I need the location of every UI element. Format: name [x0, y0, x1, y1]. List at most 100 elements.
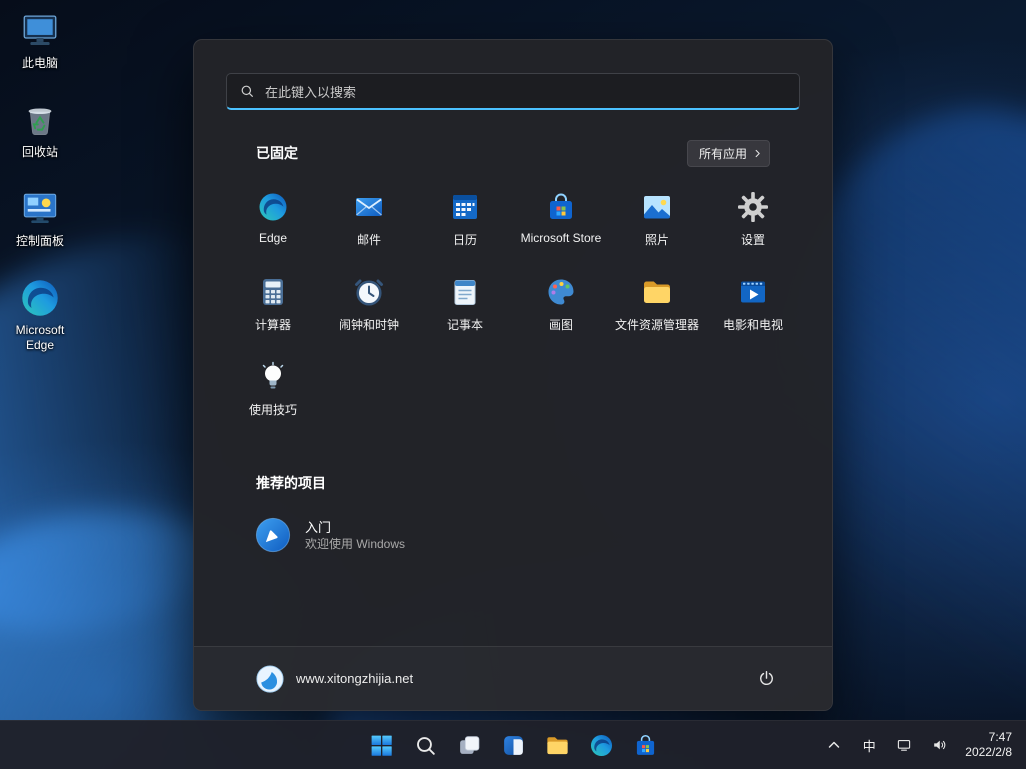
- search-icon: [239, 83, 255, 99]
- app-label: 日历: [453, 231, 477, 248]
- taskbar-center-group: [361, 721, 665, 769]
- notepad-icon: [449, 276, 481, 308]
- chevron-up-icon: [826, 737, 842, 753]
- recommended-list: 入门 欢迎使用 Windows: [244, 509, 832, 561]
- desktop-icon-label: 此电脑: [22, 56, 58, 71]
- search-icon: [413, 733, 438, 758]
- app-label: 设置: [741, 231, 765, 248]
- desktop-icon-label: Microsoft Edge: [2, 323, 78, 353]
- app-tile-alarms-clock[interactable]: 闹钟和时钟: [321, 267, 417, 352]
- pinned-app-grid: Edge 邮件 日历 Microsoft Store 照片 设置 计算器 闹钟: [225, 182, 832, 437]
- recommended-subtitle: 欢迎使用 Windows: [305, 536, 405, 552]
- network-button[interactable]: [887, 727, 921, 763]
- app-tile-calendar[interactable]: 日历: [417, 182, 513, 267]
- system-tray: 中 7:47 2022/2/8: [817, 721, 1020, 769]
- volume-button[interactable]: [922, 727, 956, 763]
- chevron-right-icon: [752, 148, 763, 159]
- user-name: www.xitongzhijia.net: [296, 671, 413, 686]
- edge-button[interactable]: [581, 725, 621, 765]
- volume-icon: [931, 737, 947, 753]
- power-button[interactable]: [746, 659, 786, 699]
- desktop-icon-recycle-bin[interactable]: 回收站: [2, 97, 78, 162]
- widgets-icon: [501, 733, 526, 758]
- calculator-icon: [257, 276, 289, 308]
- app-label: 电影和电视: [723, 316, 783, 333]
- app-tile-file-explorer[interactable]: 文件资源管理器: [609, 267, 705, 352]
- movies-tv-icon: [737, 276, 769, 308]
- ime-indicator[interactable]: 中: [852, 727, 886, 763]
- search-input[interactable]: 在此键入以搜索: [226, 73, 800, 110]
- recommended-item-get-started[interactable]: 入门 欢迎使用 Windows: [244, 509, 564, 561]
- taskbar-search-button[interactable]: [405, 725, 445, 765]
- photos-icon: [641, 191, 673, 223]
- pinned-header: 已固定: [256, 143, 298, 163]
- calendar-icon: [449, 191, 481, 223]
- desktop-icon-label: 回收站: [22, 145, 58, 160]
- all-apps-button[interactable]: 所有应用: [687, 140, 770, 167]
- desktop-icon-list: 此电脑 回收站 控制面板 Microsoft Edge: [2, 8, 78, 355]
- all-apps-label: 所有应用: [699, 145, 747, 162]
- app-label: Edge: [259, 231, 287, 245]
- edge-icon: [257, 191, 289, 223]
- app-tile-store[interactable]: Microsoft Store: [513, 182, 609, 267]
- app-tile-movies-tv[interactable]: 电影和电视: [705, 267, 801, 352]
- start-icon: [369, 733, 394, 758]
- clock[interactable]: 7:47 2022/2/8: [957, 727, 1020, 763]
- app-tile-edge[interactable]: Edge: [225, 182, 321, 267]
- app-tile-mail[interactable]: 邮件: [321, 182, 417, 267]
- app-label: 画图: [549, 316, 573, 333]
- desktop-icon-edge[interactable]: Microsoft Edge: [2, 275, 78, 355]
- app-label: 闹钟和时钟: [339, 316, 399, 333]
- power-icon: [757, 669, 776, 688]
- user-avatar: [256, 665, 284, 693]
- app-tile-paint[interactable]: 画图: [513, 267, 609, 352]
- tips-icon: [257, 361, 289, 393]
- app-label: 计算器: [255, 316, 291, 333]
- recommended-header: 推荐的项目: [256, 473, 770, 493]
- clock-date: 2022/2/8: [965, 745, 1012, 760]
- start-menu-footer: www.xitongzhijia.net: [194, 646, 832, 710]
- clock-icon: [353, 276, 385, 308]
- recommended-title: 入门: [305, 519, 405, 536]
- network-icon: [896, 737, 912, 753]
- clock-time: 7:47: [989, 730, 1012, 745]
- app-tile-photos[interactable]: 照片: [609, 182, 705, 267]
- app-label: Microsoft Store: [521, 231, 602, 245]
- tray-overflow-button[interactable]: [817, 727, 851, 763]
- edge-icon: [589, 733, 614, 758]
- app-label: 照片: [645, 231, 669, 248]
- start-button[interactable]: [361, 725, 401, 765]
- settings-icon: [737, 191, 769, 223]
- task-view-button[interactable]: [449, 725, 489, 765]
- app-label: 记事本: [447, 316, 483, 333]
- file-explorer-button[interactable]: [537, 725, 577, 765]
- start-menu: 在此键入以搜索 已固定 所有应用 Edge 邮件 日历 Microsoft St…: [193, 39, 833, 711]
- app-tile-settings[interactable]: 设置: [705, 182, 801, 267]
- search-wrap: 在此键入以搜索: [194, 40, 832, 110]
- store-icon: [545, 191, 577, 223]
- taskbar: 中 7:47 2022/2/8: [0, 720, 1026, 769]
- app-tile-tips[interactable]: 使用技巧: [225, 352, 321, 437]
- store-icon: [633, 733, 658, 758]
- file-explorer-icon: [641, 276, 673, 308]
- mail-icon: [353, 191, 385, 223]
- app-tile-calculator[interactable]: 计算器: [225, 267, 321, 352]
- desktop-icon-label: 控制面板: [16, 234, 64, 249]
- control-panel-icon: [19, 188, 61, 230]
- task-view-icon: [457, 733, 482, 758]
- widgets-button[interactable]: [493, 725, 533, 765]
- recycle-bin-icon: [19, 99, 61, 141]
- app-label: 文件资源管理器: [615, 316, 699, 333]
- store-button[interactable]: [625, 725, 665, 765]
- get-started-icon: [254, 516, 292, 554]
- desktop-icon-control-panel[interactable]: 控制面板: [2, 186, 78, 251]
- desktop-icon-this-pc[interactable]: 此电脑: [2, 8, 78, 73]
- search-placeholder: 在此键入以搜索: [265, 82, 356, 101]
- user-account-button[interactable]: www.xitongzhijia.net: [246, 659, 423, 699]
- paint-icon: [545, 276, 577, 308]
- edge-icon: [19, 277, 61, 319]
- app-label: 邮件: [357, 231, 381, 248]
- app-label: 使用技巧: [249, 401, 297, 418]
- file-explorer-icon: [545, 733, 570, 758]
- app-tile-notepad[interactable]: 记事本: [417, 267, 513, 352]
